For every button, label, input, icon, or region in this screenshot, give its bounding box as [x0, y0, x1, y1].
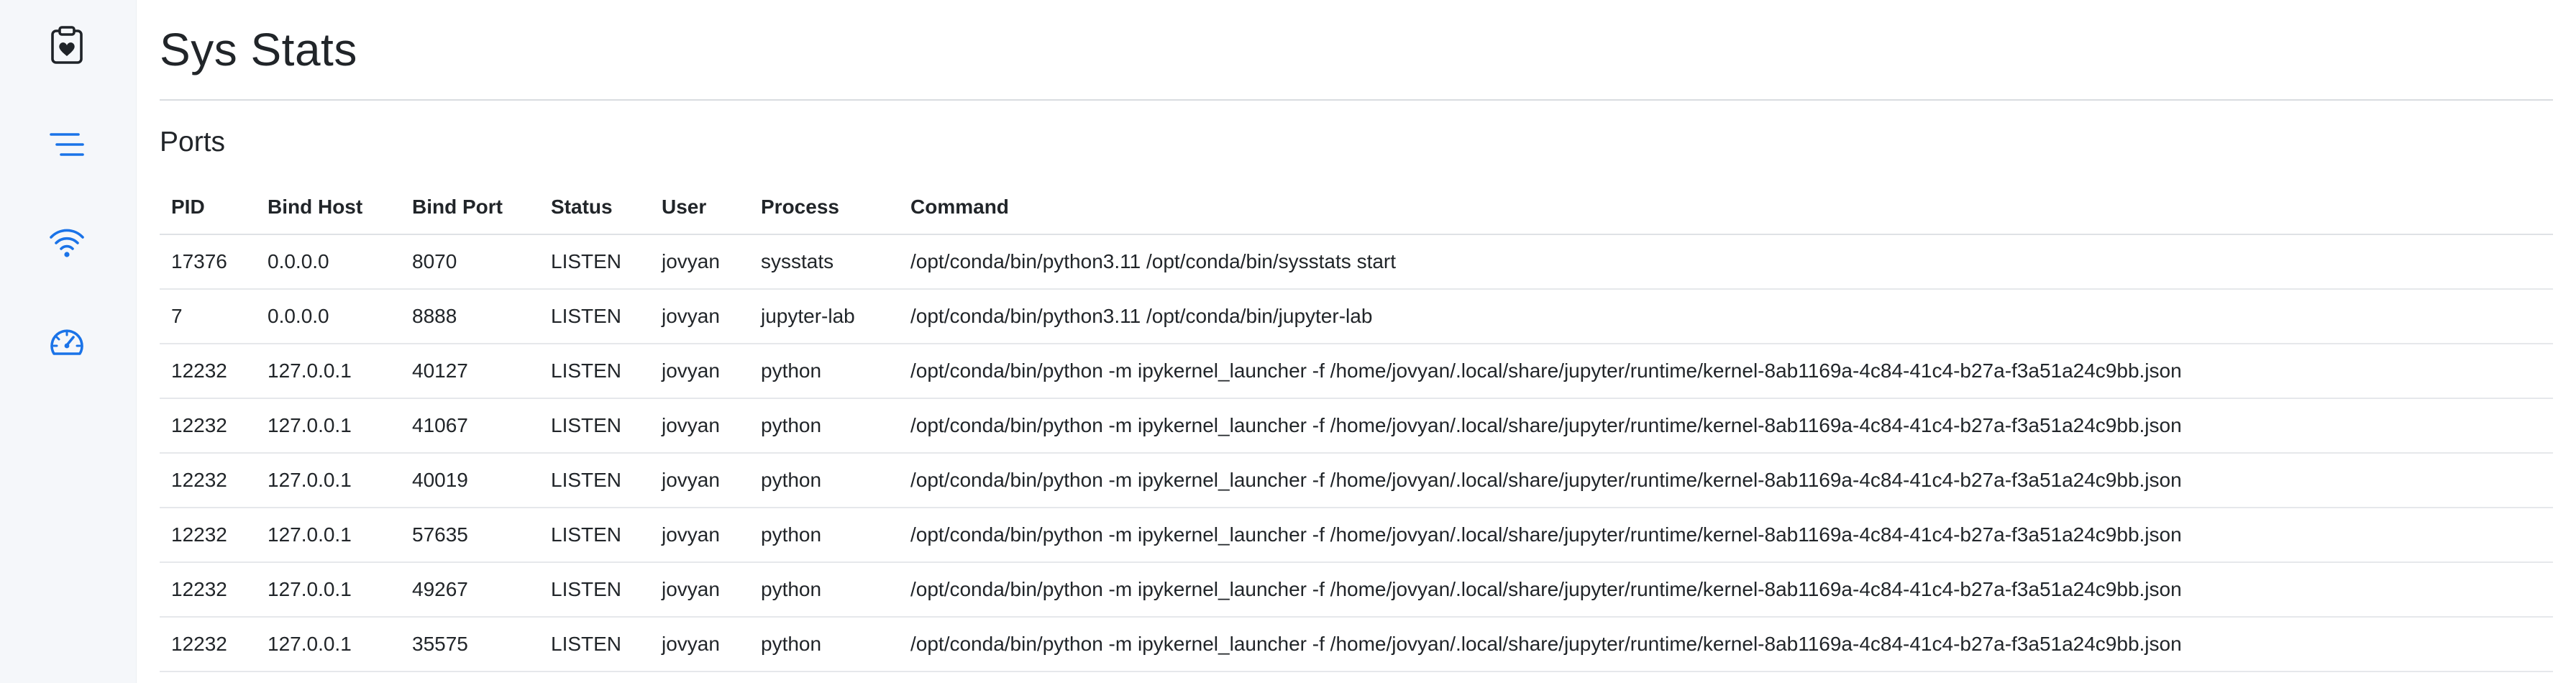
cell-bind-host: 127.0.0.1	[256, 453, 401, 508]
cell-command: /opt/conda/bin/python3.11 /opt/conda/bin…	[899, 289, 2553, 344]
column-header-bind-host[interactable]: Bind Host	[256, 180, 401, 235]
cell-bind-port: 35575	[401, 617, 539, 672]
cell-bind-port: 57635	[401, 508, 539, 563]
cell-status: LISTEN	[539, 234, 650, 290]
speedometer-icon	[50, 329, 83, 355]
cell-pid: 12232	[160, 453, 256, 508]
cell-process: python	[749, 398, 899, 454]
cell-status: LISTEN	[539, 508, 650, 563]
cell-process: python	[749, 508, 899, 563]
cell-command: /opt/conda/bin/python -m ipykernel_launc…	[899, 508, 2553, 563]
cell-status: LISTEN	[539, 344, 650, 399]
cell-bind-host: 127.0.0.1	[256, 344, 401, 399]
cell-user: jovyan	[650, 562, 749, 618]
column-header-pid[interactable]: PID	[160, 180, 256, 235]
sidebar-item-overview[interactable]	[43, 22, 91, 69]
cell-process: python	[749, 344, 899, 399]
cell-bind-host: 127.0.0.1	[256, 562, 401, 618]
sidebar	[0, 0, 137, 683]
table-row: 12232 127.0.0.1 57635 LISTEN jovyan pyth…	[160, 508, 2553, 563]
cell-process: sysstats	[749, 234, 899, 290]
cell-pid: 12232	[160, 344, 256, 399]
cell-status: LISTEN	[539, 562, 650, 618]
cell-status: LISTEN	[539, 453, 650, 508]
cell-user: jovyan	[650, 289, 749, 344]
cell-user: jovyan	[650, 453, 749, 508]
cell-pid: 7	[160, 289, 256, 344]
cell-status: LISTEN	[539, 289, 650, 344]
main-content: Sys Stats Ports PID Bind Host Bind Port …	[137, 0, 2576, 683]
cell-user: jovyan	[650, 617, 749, 672]
cell-command: /opt/conda/bin/python -m ipykernel_launc…	[899, 562, 2553, 618]
cell-bind-port: 8888	[401, 289, 539, 344]
column-header-process[interactable]: Process	[749, 180, 899, 235]
cell-command: /opt/conda/bin/python -m ipykernel_launc…	[899, 617, 2553, 672]
cell-pid: 12232	[160, 562, 256, 618]
title-divider	[160, 99, 2553, 101]
cell-status: LISTEN	[539, 617, 650, 672]
sidebar-item-performance[interactable]	[43, 318, 91, 365]
column-header-user[interactable]: User	[650, 180, 749, 235]
table-row: 12232 127.0.0.1 40127 LISTEN jovyan pyth…	[160, 344, 2553, 399]
page-title: Sys Stats	[160, 24, 357, 75]
cell-bind-host: 127.0.0.1	[256, 398, 401, 454]
cell-command: /opt/conda/bin/python -m ipykernel_launc…	[899, 344, 2553, 399]
cell-bind-host: 0.0.0.0	[256, 289, 401, 344]
cell-user: jovyan	[650, 398, 749, 454]
sidebar-item-network[interactable]	[43, 219, 91, 267]
cell-pid: 17376	[160, 234, 256, 290]
cell-bind-port: 8070	[401, 234, 539, 290]
section-title-ports: Ports	[160, 127, 226, 157]
table-header-row: PID Bind Host Bind Port Status User Proc…	[160, 180, 2553, 235]
cell-process: python	[749, 453, 899, 508]
app-root: Sys Stats Ports PID Bind Host Bind Port …	[0, 0, 2576, 683]
cell-pid: 12232	[160, 508, 256, 563]
cell-bind-port: 40019	[401, 453, 539, 508]
cell-process: python	[749, 617, 899, 672]
cell-bind-host: 127.0.0.1	[256, 508, 401, 563]
ports-table: PID Bind Host Bind Port Status User Proc…	[160, 180, 2553, 672]
table-row: 12232 127.0.0.1 35575 LISTEN jovyan pyth…	[160, 617, 2553, 672]
table-row: 7 0.0.0.0 8888 LISTEN jovyan jupyter-lab…	[160, 289, 2553, 344]
table-row: 17376 0.0.0.0 8070 LISTEN jovyan sysstat…	[160, 234, 2553, 290]
cell-bind-host: 0.0.0.0	[256, 234, 401, 290]
column-header-command[interactable]: Command	[899, 180, 2553, 235]
column-header-bind-port[interactable]: Bind Port	[401, 180, 539, 235]
list-icon	[50, 133, 84, 156]
clipboard-heart-icon	[51, 26, 83, 64]
cell-bind-port: 41067	[401, 398, 539, 454]
cell-command: /opt/conda/bin/python -m ipykernel_launc…	[899, 453, 2553, 508]
wifi-icon	[50, 229, 84, 257]
table-row: 12232 127.0.0.1 40019 LISTEN jovyan pyth…	[160, 453, 2553, 508]
cell-process: jupyter-lab	[749, 289, 899, 344]
cell-status: LISTEN	[539, 398, 650, 454]
sidebar-item-ports[interactable]	[43, 121, 91, 168]
table-row: 12232 127.0.0.1 41067 LISTEN jovyan pyth…	[160, 398, 2553, 454]
cell-bind-host: 127.0.0.1	[256, 617, 401, 672]
cell-user: jovyan	[650, 234, 749, 290]
cell-user: jovyan	[650, 508, 749, 563]
table-row: 12232 127.0.0.1 49267 LISTEN jovyan pyth…	[160, 562, 2553, 618]
cell-command: /opt/conda/bin/python -m ipykernel_launc…	[899, 398, 2553, 454]
cell-bind-port: 49267	[401, 562, 539, 618]
cell-pid: 12232	[160, 617, 256, 672]
cell-user: jovyan	[650, 344, 749, 399]
cell-process: python	[749, 562, 899, 618]
cell-bind-port: 40127	[401, 344, 539, 399]
cell-pid: 12232	[160, 398, 256, 454]
cell-command: /opt/conda/bin/python3.11 /opt/conda/bin…	[899, 234, 2553, 290]
column-header-status[interactable]: Status	[539, 180, 650, 235]
